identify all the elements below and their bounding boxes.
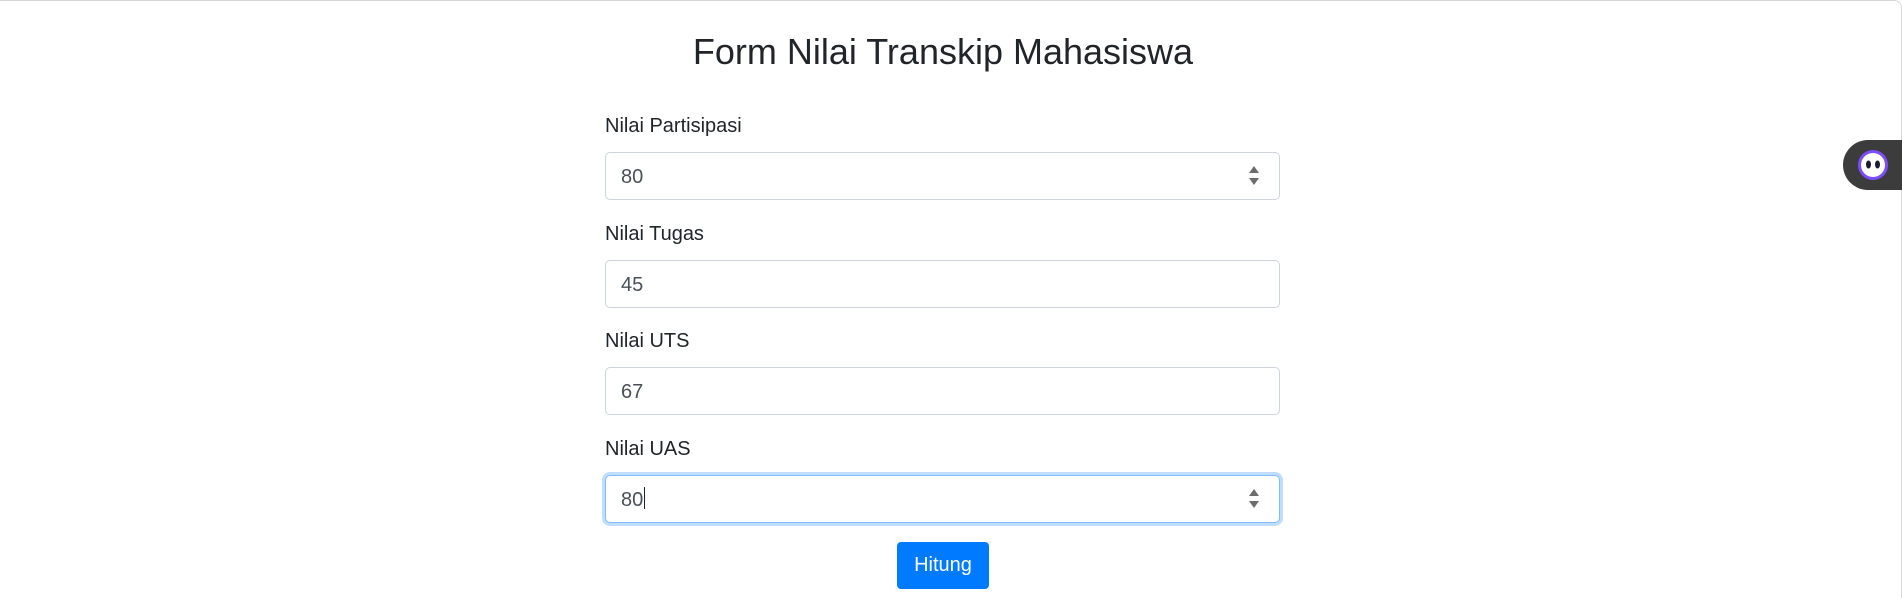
uas-stepper[interactable] [1249, 488, 1259, 510]
field-group-partisipasi: Nilai Partisipasi 80 [605, 113, 1280, 200]
partisipasi-input[interactable]: 80 [605, 152, 1280, 200]
uts-input[interactable]: 67 [605, 367, 1280, 415]
uas-input[interactable]: 80 [605, 475, 1280, 523]
uts-value: 67 [621, 381, 644, 403]
text-caret [644, 487, 646, 509]
triangle-up-icon[interactable] [1249, 166, 1259, 173]
uas-value-wrap: 80 [621, 486, 646, 514]
field-group-tugas: Nilai Tugas 45 [605, 221, 1280, 308]
partisipasi-stepper[interactable] [1249, 165, 1259, 187]
bot-face-icon [1858, 150, 1888, 180]
field-label-uas: Nilai UAS [605, 438, 691, 460]
field-group-uts: Nilai UTS 67 [605, 328, 1280, 415]
field-label-partisipasi: Nilai Partisipasi [605, 115, 742, 137]
field-group-uas: Nilai UAS 80 [605, 436, 1280, 523]
hitung-button[interactable]: Hitung [897, 542, 989, 589]
field-label-tugas: Nilai Tugas [605, 223, 704, 245]
uas-value: 80 [621, 489, 644, 511]
page-title: Form Nilai Transkip Mahasiswa [692, 31, 1194, 72]
tugas-input[interactable]: 45 [605, 260, 1280, 308]
field-label-uts: Nilai UTS [605, 330, 690, 352]
triangle-down-icon[interactable] [1249, 501, 1259, 508]
assistant-side-widget[interactable] [1843, 140, 1902, 190]
tugas-value: 45 [621, 274, 644, 296]
triangle-up-icon[interactable] [1249, 489, 1259, 496]
triangle-down-icon[interactable] [1249, 178, 1259, 185]
partisipasi-value: 80 [621, 166, 644, 188]
